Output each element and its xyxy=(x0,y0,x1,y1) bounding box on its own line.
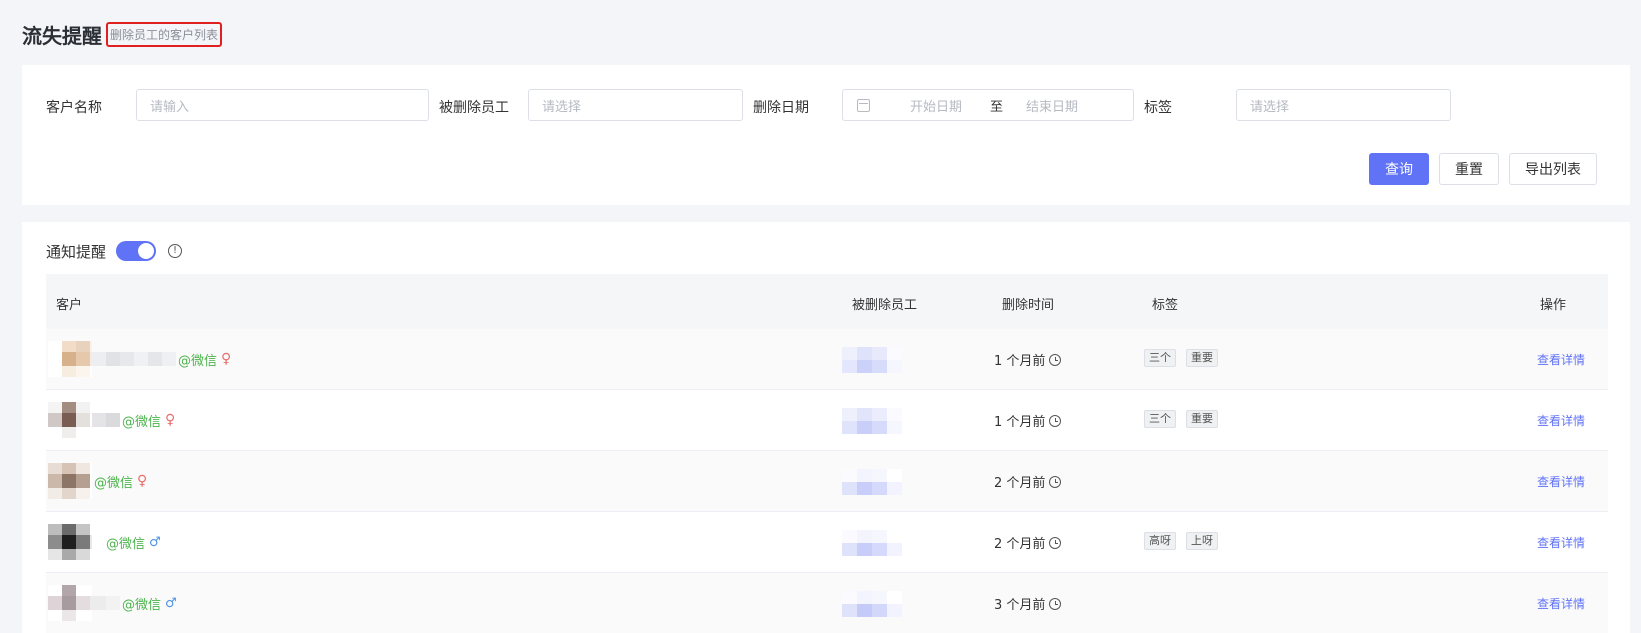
delete-time: 2 个月前 xyxy=(994,533,1062,552)
tag: 高呀 xyxy=(1144,532,1176,550)
delete-time: 3 个月前 xyxy=(994,594,1062,613)
wechat-source: @微信 xyxy=(122,597,162,613)
employee-avatar-blurred xyxy=(842,408,902,434)
male-icon: ♂ xyxy=(165,595,177,611)
customer-cell[interactable]: @微信 ♀ xyxy=(48,402,175,438)
wechat-source: @微信 xyxy=(94,475,134,491)
tag-select[interactable]: 请选择 xyxy=(1236,89,1451,121)
customer-avatar xyxy=(48,402,92,438)
clock-icon xyxy=(1049,597,1062,610)
view-details-link[interactable]: 查看详情 xyxy=(1537,351,1585,368)
tag: 三个 xyxy=(1144,410,1176,428)
customer-avatar xyxy=(48,463,92,499)
page-title: 流失提醒 xyxy=(22,23,102,48)
delete-time: 2 个月前 xyxy=(994,472,1062,491)
notify-setting: 通知提醒 ! xyxy=(46,239,183,263)
view-details-link[interactable]: 查看详情 xyxy=(1537,534,1585,551)
female-icon: ♀ xyxy=(137,473,148,489)
employee-avatar-blurred xyxy=(842,530,902,556)
view-details-link[interactable]: 查看详情 xyxy=(1537,595,1585,612)
clock-icon xyxy=(1049,414,1062,427)
info-circle-icon[interactable]: ! xyxy=(168,244,183,258)
employee-avatar-blurred xyxy=(842,347,902,373)
female-icon: ♀ xyxy=(221,351,232,367)
employee-avatar-blurred xyxy=(842,591,902,617)
female-icon: ♀ xyxy=(165,412,176,428)
customer-list-panel: 通知提醒 ! 客户 被删除员工 删除时间 标签 操作 @微信 ♀ 1 个月前 三… xyxy=(22,222,1630,633)
export-list-button[interactable]: 导出列表 xyxy=(1509,153,1597,185)
date-separator: 至 xyxy=(990,99,1004,115)
column-tags: 标签 xyxy=(1152,298,1179,313)
customer-name-label: 客户名称 xyxy=(46,100,102,116)
table-row: @微信 ♂ 3 个月前 查看详情 xyxy=(46,573,1608,633)
delete-time-text: 3 个月前 xyxy=(994,598,1046,613)
deleted-employee-select[interactable]: 请选择 xyxy=(528,89,743,121)
start-date-input[interactable]: 开始日期 xyxy=(910,96,980,115)
tag-list: 三个 重要 xyxy=(1144,349,1218,367)
tag: 三个 xyxy=(1144,349,1176,367)
notify-toggle[interactable] xyxy=(116,241,157,261)
clock-icon xyxy=(1049,536,1062,549)
customer-cell[interactable]: @微信 ♀ xyxy=(48,463,147,499)
customer-cell[interactable]: @微信 ♀ xyxy=(48,341,231,377)
customer-name-input[interactable]: 请输入 xyxy=(136,89,429,121)
filter-panel: 客户名称 请输入 被删除员工 请选择 删除日期 开始日期 至 结束日期 标签 请… xyxy=(22,65,1630,205)
end-date-input[interactable]: 结束日期 xyxy=(1026,96,1078,115)
tag: 上呀 xyxy=(1186,532,1218,550)
delete-time-text: 2 个月前 xyxy=(994,476,1046,491)
customer-cell[interactable]: @微信 ♂ xyxy=(48,524,161,560)
customer-name-blurred xyxy=(92,351,176,367)
customer-table: 客户 被删除员工 删除时间 标签 操作 @微信 ♀ 1 个月前 三个 重要 查看… xyxy=(46,274,1608,633)
male-icon: ♂ xyxy=(149,534,161,550)
query-button[interactable]: 查询 xyxy=(1369,153,1429,185)
table-header: 客户 被删除员工 删除时间 标签 操作 xyxy=(46,274,1608,329)
tag-label: 标签 xyxy=(1144,100,1172,116)
delete-time-text: 2 个月前 xyxy=(994,537,1046,552)
customer-name-blurred xyxy=(92,412,120,428)
tag: 重要 xyxy=(1186,349,1218,367)
delete-date-range-picker[interactable]: 开始日期 至 结束日期 xyxy=(842,89,1134,121)
customer-cell[interactable]: @微信 ♂ xyxy=(48,585,177,621)
delete-date-label: 删除日期 xyxy=(753,100,809,116)
deleted-employee-label: 被删除员工 xyxy=(439,100,509,116)
page-subtitle: 删除员工的客户列表 xyxy=(106,21,223,47)
tag: 重要 xyxy=(1186,410,1218,428)
view-details-link[interactable]: 查看详情 xyxy=(1537,412,1585,429)
wechat-source: @微信 xyxy=(106,536,146,552)
delete-time: 1 个月前 xyxy=(994,350,1062,369)
column-actions: 操作 xyxy=(1540,298,1567,313)
calendar-icon xyxy=(857,98,870,112)
delete-time: 1 个月前 xyxy=(994,411,1062,430)
wechat-source: @微信 xyxy=(178,353,218,369)
tag-list: 三个 重要 xyxy=(1144,410,1218,428)
toggle-knob xyxy=(138,243,155,259)
customer-avatar xyxy=(48,585,92,621)
column-deleted-employee: 被删除员工 xyxy=(852,298,918,313)
delete-time-text: 1 个月前 xyxy=(994,415,1046,430)
table-row: @微信 ♀ 1 个月前 三个 重要 查看详情 xyxy=(46,390,1608,451)
customer-avatar xyxy=(48,341,92,377)
wechat-source: @微信 xyxy=(122,414,162,430)
page-header: 流失提醒 删除员工的客户列表 xyxy=(22,18,223,50)
clock-icon xyxy=(1049,475,1062,488)
view-details-link[interactable]: 查看详情 xyxy=(1537,473,1585,490)
customer-name-blurred xyxy=(92,595,120,611)
clock-icon xyxy=(1049,353,1062,366)
table-row: @微信 ♀ 2 个月前 查看详情 xyxy=(46,451,1608,512)
column-customer: 客户 xyxy=(56,298,83,313)
delete-time-text: 1 个月前 xyxy=(994,354,1046,369)
reset-button[interactable]: 重置 xyxy=(1439,153,1499,185)
employee-avatar-blurred xyxy=(842,469,902,495)
customer-avatar xyxy=(48,524,92,560)
table-row: @微信 ♂ 2 个月前 高呀 上呀 查看详情 xyxy=(46,512,1608,573)
notify-label: 通知提醒 xyxy=(46,242,107,261)
column-delete-time: 删除时间 xyxy=(1002,298,1055,313)
table-row: @微信 ♀ 1 个月前 三个 重要 查看详情 xyxy=(46,329,1608,390)
tag-list: 高呀 上呀 xyxy=(1144,532,1218,550)
